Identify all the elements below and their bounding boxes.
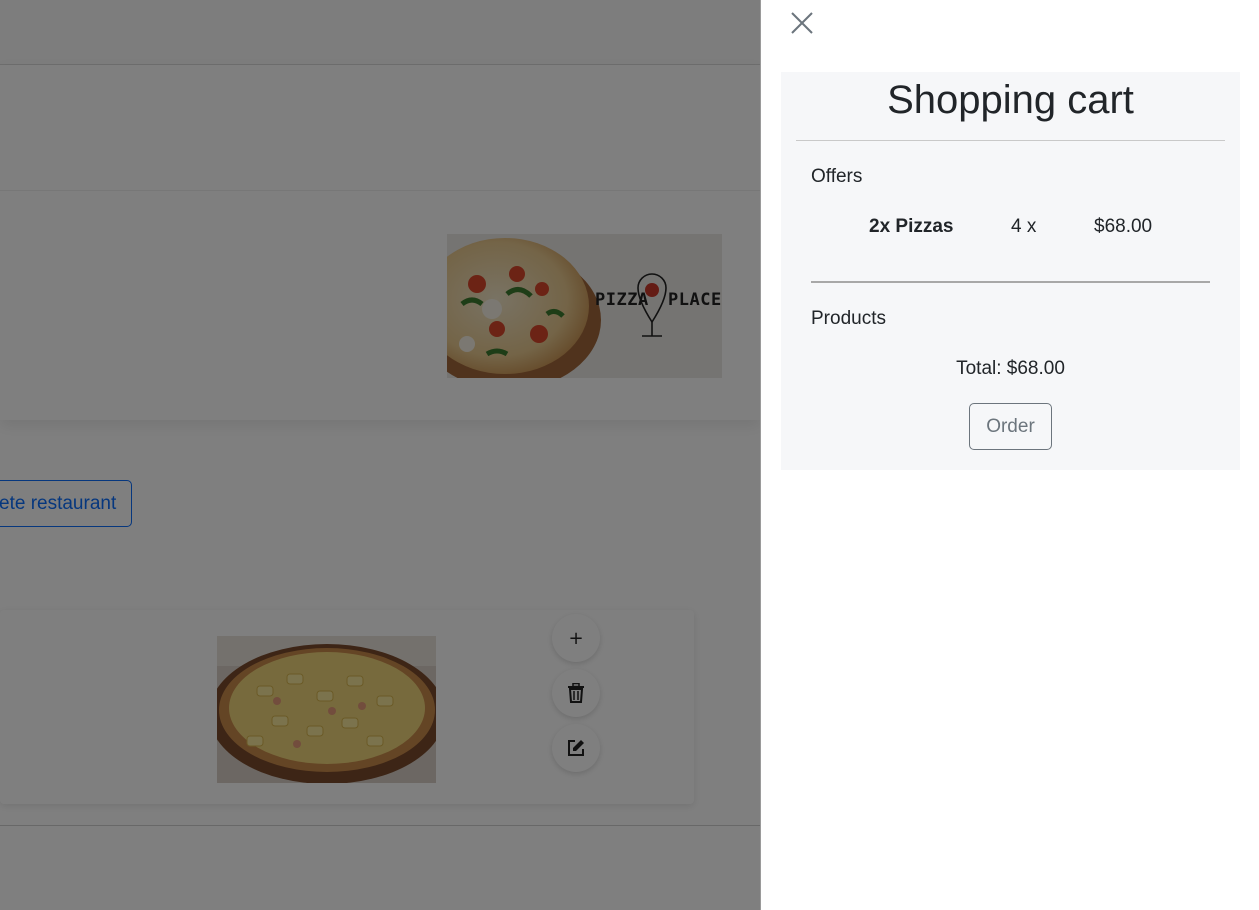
shopping-cart: Shopping cart Offers 2x Pizzas 4 x $68.0… bbox=[781, 72, 1240, 470]
offers-label: Offers bbox=[811, 166, 863, 187]
offer-quantity: 4 x bbox=[1011, 216, 1037, 237]
offer-price: $68.00 bbox=[1094, 216, 1153, 237]
modal-backdrop[interactable] bbox=[0, 0, 760, 910]
title-divider bbox=[796, 140, 1225, 141]
background-page: PIZZA PLACE ete restaurant bbox=[0, 0, 760, 910]
section-divider bbox=[811, 281, 1210, 283]
products-label: Products bbox=[811, 308, 886, 329]
close-button[interactable] bbox=[785, 6, 819, 40]
order-button[interactable]: Order bbox=[969, 403, 1052, 450]
offer-name: 2x Pizzas bbox=[869, 216, 954, 237]
cart-total: Total: $68.00 bbox=[956, 358, 1065, 379]
cart-title: Shopping cart bbox=[887, 78, 1134, 122]
cart-side-panel: Shopping cart Offers 2x Pizzas 4 x $68.0… bbox=[760, 0, 1259, 910]
close-icon bbox=[791, 12, 813, 34]
